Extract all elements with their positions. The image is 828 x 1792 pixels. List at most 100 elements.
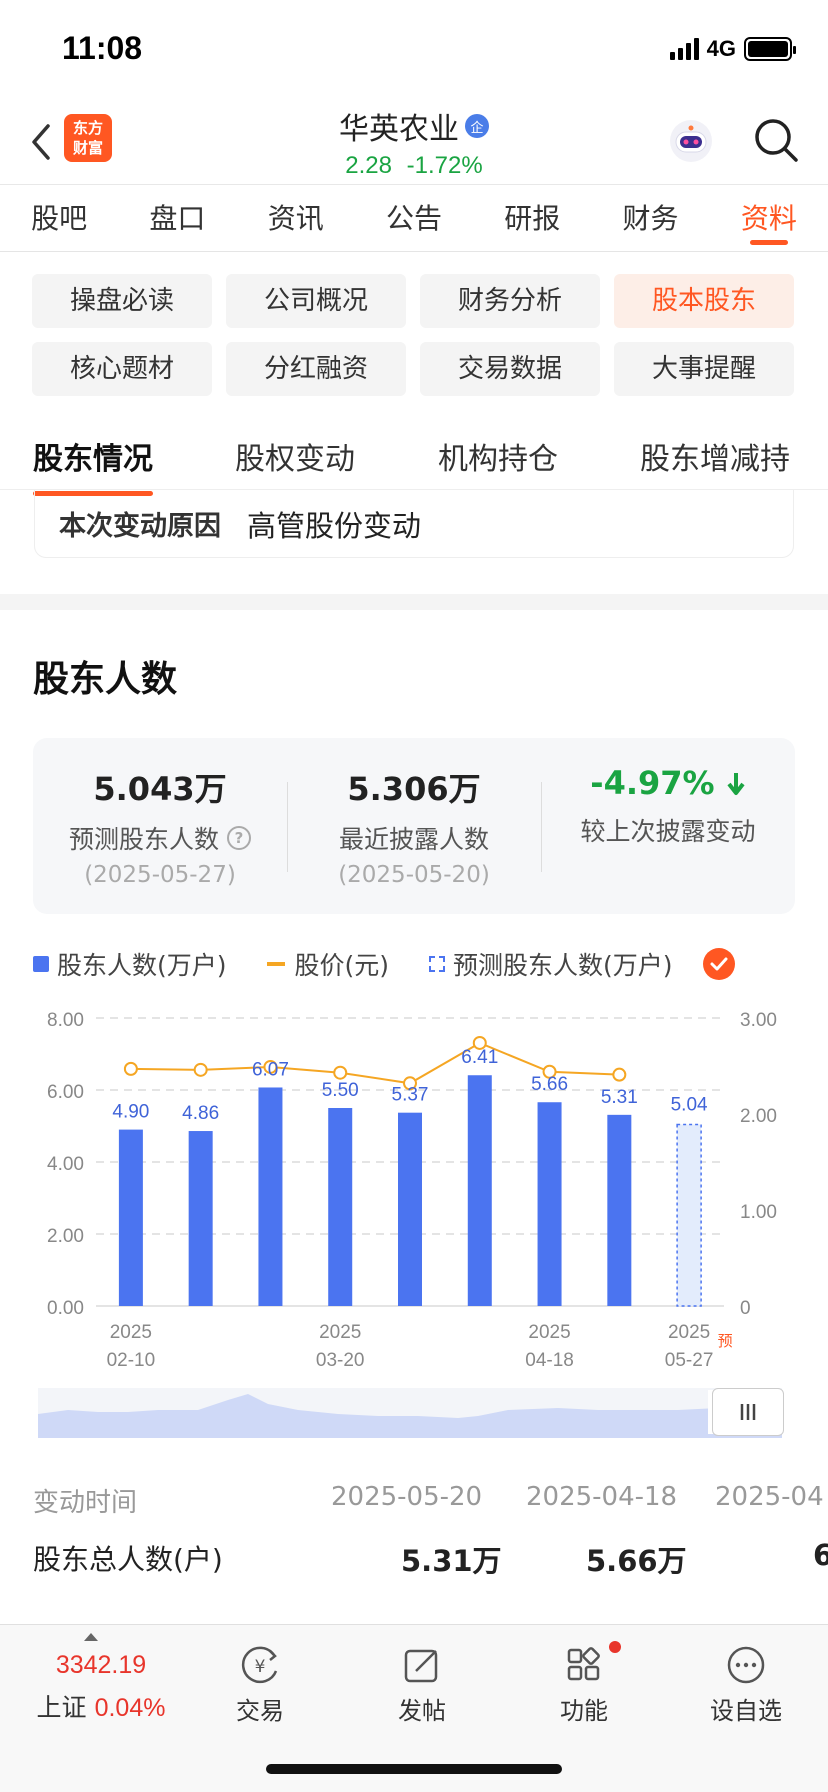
help-question-icon[interactable]: ? [227,826,251,850]
index-change-pct: 0.04% [94,1694,166,1722]
summary-change: -4.97% 较上次披露变动 [541,738,795,914]
holder-change-row: -4.97% [541,764,795,802]
x-tick-date: 02-10 [107,1350,156,1370]
holder-bar-value-label: 5.66 [531,1074,568,1095]
status-indicators: 4G [669,36,796,62]
nav-set-watchlist-label: 设自选 [710,1697,782,1725]
category-trading-must-read[interactable]: 操盘必读 [32,274,212,328]
stock-name-row: 华英农业 企 [339,104,489,148]
legend-holders-label: 股东人数(万户) [57,951,227,980]
legend-line-swatch [266,962,285,966]
legend-price-label: 股价(元) [294,951,390,980]
robot-assistant-icon[interactable] [668,118,714,164]
holder-bar [188,1131,213,1306]
summary-forecast: 5.043万 预测股东人数 ? (2025-05-27) [33,738,287,914]
tab-announcements[interactable]: 公告 [355,186,473,251]
latest-holder-label: 最近披露人数 [338,825,489,854]
y-left-tick-label: 0.00 [47,1298,84,1319]
y-left-tick-label: 2.00 [47,1226,84,1247]
index-line: 上证 0.04% [26,1688,176,1724]
stock-change-pct: -1.72% [406,152,483,179]
search-icon[interactable] [752,116,800,164]
nav-set-watchlist[interactable]: 设自选 [691,1645,801,1726]
y-right-tick-label: 2.00 [740,1106,777,1127]
y-left-tick-label: 4.00 [47,1154,84,1175]
profile-category-grid: 操盘必读 公司概况 财务分析 股本股东 核心题材 分红融资 交易数据 大事提醒 [32,274,796,396]
legend-forecast-label: 预测股东人数(万户) [453,951,673,980]
subtab-holder-changes[interactable]: 股东增减持 [640,434,790,478]
section-title-holder-count: 股东人数 [33,659,178,700]
forecast-bar [676,1123,702,1307]
legend-forecast[interactable]: 预测股东人数(万户) [429,946,673,982]
index-expand-caret-icon[interactable] [84,1633,98,1641]
battery-icon [744,37,796,61]
tab-news[interactable]: 资讯 [237,186,355,251]
main-tab-bar: 股吧 盘口 资讯 公告 研报 财务 资料 [0,186,828,252]
forecast-holder-label-row: 预测股东人数 ? [69,820,251,856]
category-dividend-financing[interactable]: 分红融资 [226,342,406,396]
status-time: 11:08 [62,30,143,66]
x-tick-date: 03-20 [316,1350,365,1370]
nav-trade[interactable]: ¥ 交易 [205,1645,315,1726]
forecast-bar-value-label: 5.04 [671,1095,708,1116]
subtab-equity-change[interactable]: 股权变动 [235,434,355,478]
y-right-tick-label: 0 [740,1298,751,1319]
latest-holder-date: (2025-05-20) [338,862,490,888]
category-financial-analysis[interactable]: 财务分析 [420,274,600,328]
category-core-themes[interactable]: 核心题材 [32,342,212,396]
nav-post[interactable]: 发帖 [367,1645,477,1726]
subtab-holder-status[interactable]: 股东情况 [33,434,153,496]
holder-count-chart: 8.00 6.00 4.00 2.00 0.00 3.00 2.00 1.00 0 4.90 4.8… [47,1010,777,1370]
table-header-col-1: 2025-05-20 [331,1482,483,1512]
x-tick-date: 04-18 [525,1350,574,1370]
forecast-tag: 预 [718,1332,733,1350]
holder-change-label: 较上次披露变动 [580,817,756,846]
tab-profile[interactable]: 资料 [710,186,828,251]
holder-bar [258,1087,283,1306]
tab-research[interactable]: 研报 [473,186,591,251]
holder-bar-value-label: 4.86 [182,1103,219,1124]
section-divider [0,594,828,610]
network-type: 4G [706,36,736,61]
stock-name: 华英农业 [339,112,459,147]
drag-grip-icon [740,1404,756,1420]
forecast-holder-label: 预测股东人数 [68,825,219,854]
holder-bar [398,1112,422,1306]
tab-pankou[interactable]: 盘口 [118,186,236,251]
table-cell: 5.66万 [586,1544,687,1578]
index-value: 3342.19 [55,1651,147,1679]
enterprise-badge-icon: 企 [465,114,489,138]
scroller-right-handle[interactable] [712,1388,784,1436]
table-header-col-3: 2025-04 [715,1482,824,1512]
chart-range-scroller[interactable] [38,1388,782,1438]
category-shares-holders[interactable]: 股本股东 [614,274,794,328]
tab-finance[interactable]: 财务 [591,186,709,251]
forecast-toggle-check-icon[interactable] [702,948,735,980]
summary-latest: 5.306万 最近披露人数 (2025-05-20) [287,738,541,914]
subtab-institution-holdings[interactable]: 机构持仓 [438,434,558,478]
holder-bar-value-label: 4.90 [112,1102,149,1123]
x-tick-year: 2025 [528,1322,570,1343]
holder-bar [118,1129,143,1306]
legend-holders[interactable]: 股东人数(万户) [33,946,227,982]
y-left-tick-label: 6.00 [47,1082,84,1103]
legend-price[interactable]: 股价(元) [266,946,390,982]
y-right-tick-label: 3.00 [740,1010,777,1031]
category-trading-data[interactable]: 交易数据 [420,342,600,396]
stock-price: 2.28 [345,152,392,179]
holder-bar-value-label: 5.50 [322,1080,359,1101]
category-major-events[interactable]: 大事提醒 [614,342,794,396]
nav-post-label: 发帖 [398,1697,446,1725]
market-index-ticker[interactable]: 3342.19 上证 0.04% [26,1651,176,1724]
holder-summary-card: 5.043万 预测股东人数 ? (2025-05-27) 5.306万 最近披露… [33,738,795,914]
holder-bar-value-label: 6.07 [252,1059,289,1080]
x-tick-date: 05-27 [665,1350,714,1370]
nav-functions[interactable]: 功能 [529,1645,639,1726]
holder-bar [607,1114,632,1306]
svg-text:¥: ¥ [255,1657,266,1677]
table-row-label: 股东总人数(户) [33,1543,223,1576]
category-company-overview[interactable]: 公司概况 [226,274,406,328]
price-point [193,1062,208,1077]
tab-guba[interactable]: 股吧 [0,186,118,251]
holder-bar [537,1102,562,1306]
